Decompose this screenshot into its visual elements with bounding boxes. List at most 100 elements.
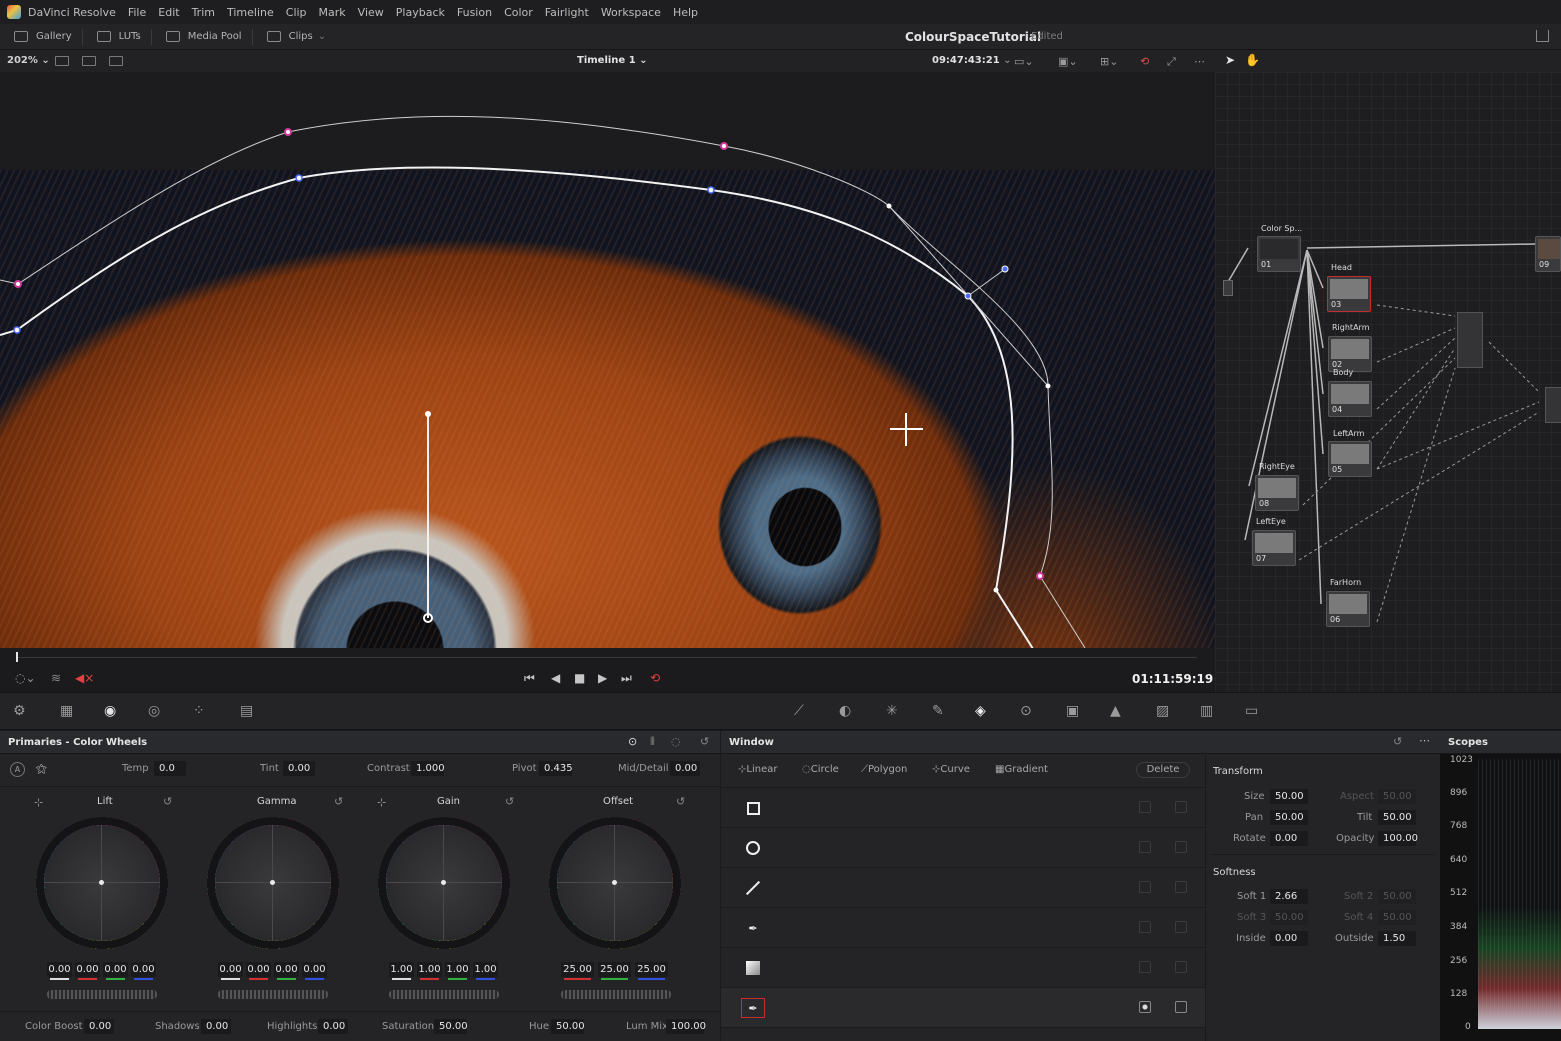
window-row-linear[interactable] bbox=[721, 788, 1205, 828]
offset-g[interactable]: 25.00 bbox=[598, 962, 631, 980]
camera-raw-icon[interactable]: ⚙ bbox=[13, 703, 26, 719]
gamma-g[interactable]: 0.00 bbox=[274, 962, 299, 980]
menu-playback[interactable]: Playback bbox=[396, 6, 445, 19]
bars-mode-icon[interactable]: ⦀ bbox=[650, 735, 655, 749]
window-enable-toggle[interactable] bbox=[1139, 881, 1151, 893]
node-04[interactable]: 04 bbox=[1328, 381, 1372, 417]
opacity-input[interactable]: 100.00 bbox=[1378, 831, 1418, 846]
window-enable-toggle[interactable] bbox=[1139, 801, 1151, 813]
pen-window-icon[interactable]: ✒ bbox=[741, 918, 765, 938]
color-match-icon[interactable]: ▦ bbox=[60, 703, 73, 719]
menu-color[interactable]: Color bbox=[504, 6, 533, 19]
gain-b[interactable]: 1.00 bbox=[473, 962, 498, 980]
wheels-mode-icon[interactable]: ⊙ bbox=[628, 735, 637, 748]
display-mode-icon[interactable]: ▭⌄ bbox=[1014, 55, 1034, 68]
soft1-input[interactable]: 2.66 bbox=[1270, 889, 1308, 904]
window-invert-toggle[interactable] bbox=[1175, 801, 1187, 813]
gain-picker-icon[interactable]: ⊹ bbox=[377, 796, 386, 809]
outside-input[interactable]: 1.50 bbox=[1378, 931, 1416, 946]
offset-b[interactable]: 25.00 bbox=[635, 962, 668, 980]
node-09[interactable]: 09 bbox=[1535, 236, 1561, 272]
node-02[interactable]: 02 bbox=[1328, 336, 1372, 372]
add-linear-button[interactable]: ⊹Linear bbox=[738, 764, 777, 775]
gamma-y[interactable]: 0.00 bbox=[218, 962, 243, 980]
log-mode-icon[interactable]: ◌ bbox=[671, 735, 681, 748]
window-row-gradient[interactable] bbox=[721, 948, 1205, 988]
add-circle-button[interactable]: ◌Circle bbox=[802, 764, 839, 775]
lift-b[interactable]: 0.00 bbox=[131, 962, 156, 980]
window-row-polygon[interactable] bbox=[721, 868, 1205, 908]
gradient-window-icon[interactable] bbox=[741, 958, 765, 978]
mute-icon[interactable]: ◀× bbox=[75, 671, 94, 685]
window-row-circle[interactable] bbox=[721, 828, 1205, 868]
gamma-reset-icon[interactable]: ↺ bbox=[334, 795, 343, 808]
soft4-input[interactable]: 50.00 bbox=[1378, 910, 1416, 925]
gamma-r[interactable]: 0.00 bbox=[246, 962, 271, 980]
source-timecode[interactable]: 09:47:43:21 ⌄ bbox=[932, 55, 1012, 66]
go-to-end-icon[interactable]: ⏭ bbox=[621, 671, 632, 686]
gain-g[interactable]: 1.00 bbox=[445, 962, 470, 980]
pivot-input[interactable]: 0.435 bbox=[539, 761, 573, 776]
pan-input[interactable]: 50.00 bbox=[1270, 810, 1308, 825]
play-icon[interactable]: ▶ bbox=[598, 671, 607, 685]
size-input[interactable]: 50.00 bbox=[1270, 789, 1308, 804]
parallel-mixer-node[interactable] bbox=[1545, 387, 1561, 423]
node-06[interactable]: 06 bbox=[1326, 591, 1370, 627]
gain-wheel[interactable] bbox=[378, 817, 510, 949]
lift-puck[interactable] bbox=[99, 880, 104, 885]
reset-icon[interactable]: ↺ bbox=[700, 735, 709, 748]
inside-input[interactable]: 0.00 bbox=[1270, 931, 1308, 946]
shadows-input[interactable]: 0.00 bbox=[201, 1019, 231, 1034]
hand-tool-icon[interactable]: ✋ bbox=[1245, 53, 1260, 67]
clips-button[interactable]: Clips ⌄ bbox=[266, 31, 326, 42]
window-tool-icon[interactable]: ◈ bbox=[975, 703, 986, 719]
window-enable-toggle[interactable] bbox=[1139, 921, 1151, 933]
temp-input[interactable]: 0.0 bbox=[154, 761, 186, 776]
viewer-scrubber[interactable] bbox=[0, 648, 1215, 666]
lift-master-wheel[interactable] bbox=[47, 990, 157, 999]
fullscreen-icon[interactable]: ⤢ bbox=[1167, 55, 1176, 69]
offset-reset-icon[interactable]: ↺ bbox=[676, 795, 685, 808]
curves-icon[interactable]: ⟋ bbox=[794, 703, 804, 719]
window-row-curve[interactable]: ✒ bbox=[721, 908, 1205, 948]
colorboost-input[interactable]: 0.00 bbox=[84, 1019, 114, 1034]
add-gradient-button[interactable]: ▦Gradient bbox=[995, 764, 1048, 775]
key-icon[interactable]: ▨ bbox=[1156, 703, 1169, 719]
lift-g[interactable]: 0.00 bbox=[103, 962, 128, 980]
menu-fusion[interactable]: Fusion bbox=[457, 6, 492, 19]
tilt-input[interactable]: 50.00 bbox=[1378, 810, 1416, 825]
circle-window-icon[interactable] bbox=[741, 838, 765, 858]
layer-mixer-node[interactable] bbox=[1457, 312, 1483, 368]
color-wheels-icon[interactable]: ◉ bbox=[104, 703, 116, 719]
menu-clip[interactable]: Clip bbox=[286, 6, 307, 19]
loop-icon[interactable]: ⟲ bbox=[650, 671, 660, 685]
lift-picker-icon[interactable]: ⊹ bbox=[34, 796, 43, 809]
share-icon[interactable] bbox=[1536, 30, 1549, 42]
color-warper-icon[interactable]: ◐ bbox=[839, 703, 851, 719]
menu-edit[interactable]: Edit bbox=[158, 6, 179, 19]
window-invert-toggle[interactable] bbox=[1175, 921, 1187, 933]
luts-button[interactable]: LUTs bbox=[96, 31, 141, 42]
gain-y[interactable]: 1.00 bbox=[389, 962, 414, 980]
split-view-icon[interactable] bbox=[82, 56, 96, 66]
qualifier-icon[interactable]: ✳ bbox=[886, 703, 898, 719]
soft3-input[interactable]: 50.00 bbox=[1270, 910, 1308, 925]
more-options-icon[interactable]: ⋯ bbox=[1194, 55, 1205, 68]
auto-balance-icon[interactable]: A bbox=[10, 762, 25, 777]
node-07[interactable]: 07 bbox=[1252, 530, 1296, 566]
lummix-input[interactable]: 100.00 bbox=[666, 1019, 706, 1034]
aspect-input[interactable]: 50.00 bbox=[1378, 789, 1416, 804]
menu-timeline[interactable]: Timeline bbox=[227, 6, 274, 19]
resolve-logo-icon[interactable] bbox=[7, 5, 21, 19]
offset-r[interactable]: 25.00 bbox=[561, 962, 594, 980]
window-enable-toggle[interactable] bbox=[1139, 841, 1151, 853]
gain-puck[interactable] bbox=[441, 880, 446, 885]
node-05[interactable]: 05 bbox=[1328, 441, 1372, 477]
window-invert-toggle[interactable] bbox=[1175, 961, 1187, 973]
highlight-icon[interactable]: ⊞⌄ bbox=[1100, 55, 1118, 68]
offset-puck[interactable] bbox=[612, 880, 617, 885]
gain-master-wheel[interactable] bbox=[389, 990, 499, 999]
gain-r[interactable]: 1.00 bbox=[417, 962, 442, 980]
middetail-input[interactable]: 0.00 bbox=[670, 761, 700, 776]
menu-app[interactable]: DaVinci Resolve bbox=[28, 6, 116, 19]
